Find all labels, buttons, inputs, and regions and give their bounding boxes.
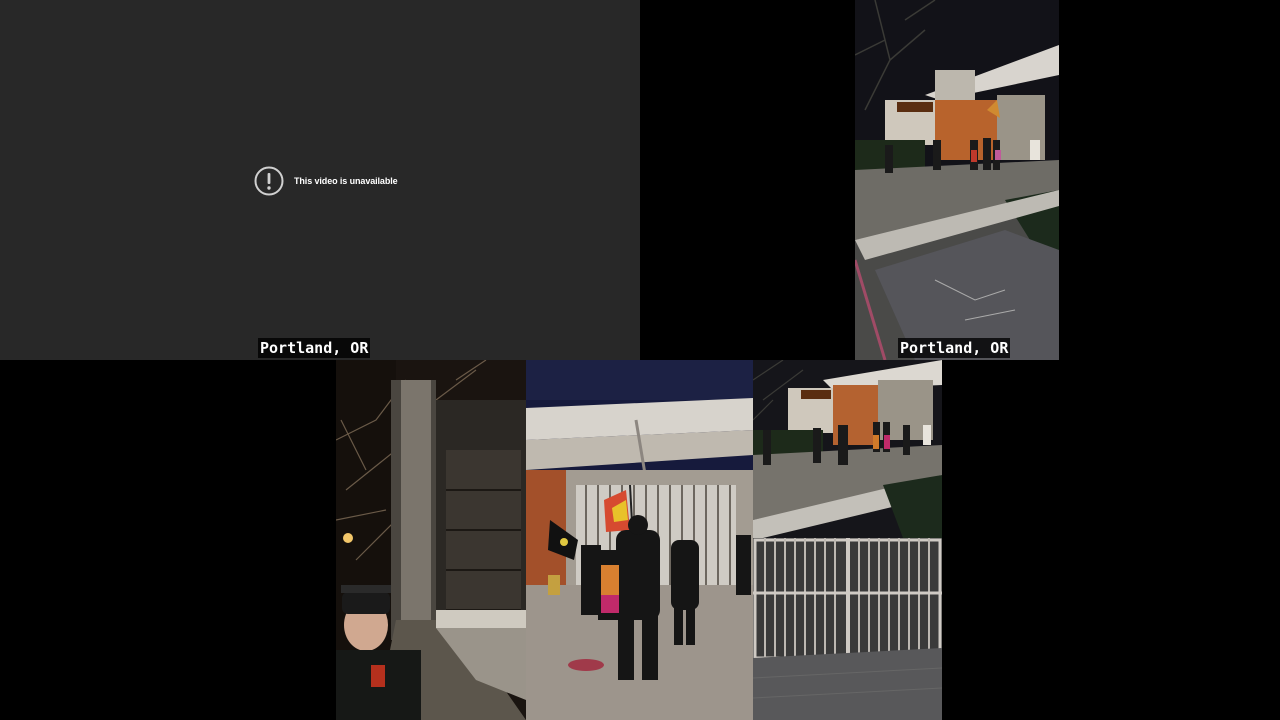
video-frame-top-right[interactable]	[855, 0, 1059, 360]
building-wide-image	[753, 360, 942, 538]
street-selfie-image	[336, 360, 526, 720]
location-caption-top-left: Portland, OR	[258, 338, 371, 358]
metal-gate-image	[753, 538, 942, 720]
night-building-protest-image	[855, 0, 1059, 360]
video-frame-bottom-left[interactable]	[336, 360, 526, 720]
unavailable-message: This video is unavailable	[294, 176, 398, 186]
unavailable-video-panel[interactable]: This video is unavailable	[0, 0, 640, 360]
video-frame-bottom-right-top[interactable]	[753, 360, 942, 538]
location-caption-top-right: Portland, OR	[898, 338, 1011, 358]
video-frame-bottom-right-bottom[interactable]	[753, 538, 942, 720]
unavailable-message-row: This video is unavailable	[254, 165, 398, 197]
video-frame-bottom-center[interactable]	[526, 360, 753, 720]
gate-flags-image	[526, 360, 753, 720]
exclamation-circle-icon	[254, 166, 284, 196]
